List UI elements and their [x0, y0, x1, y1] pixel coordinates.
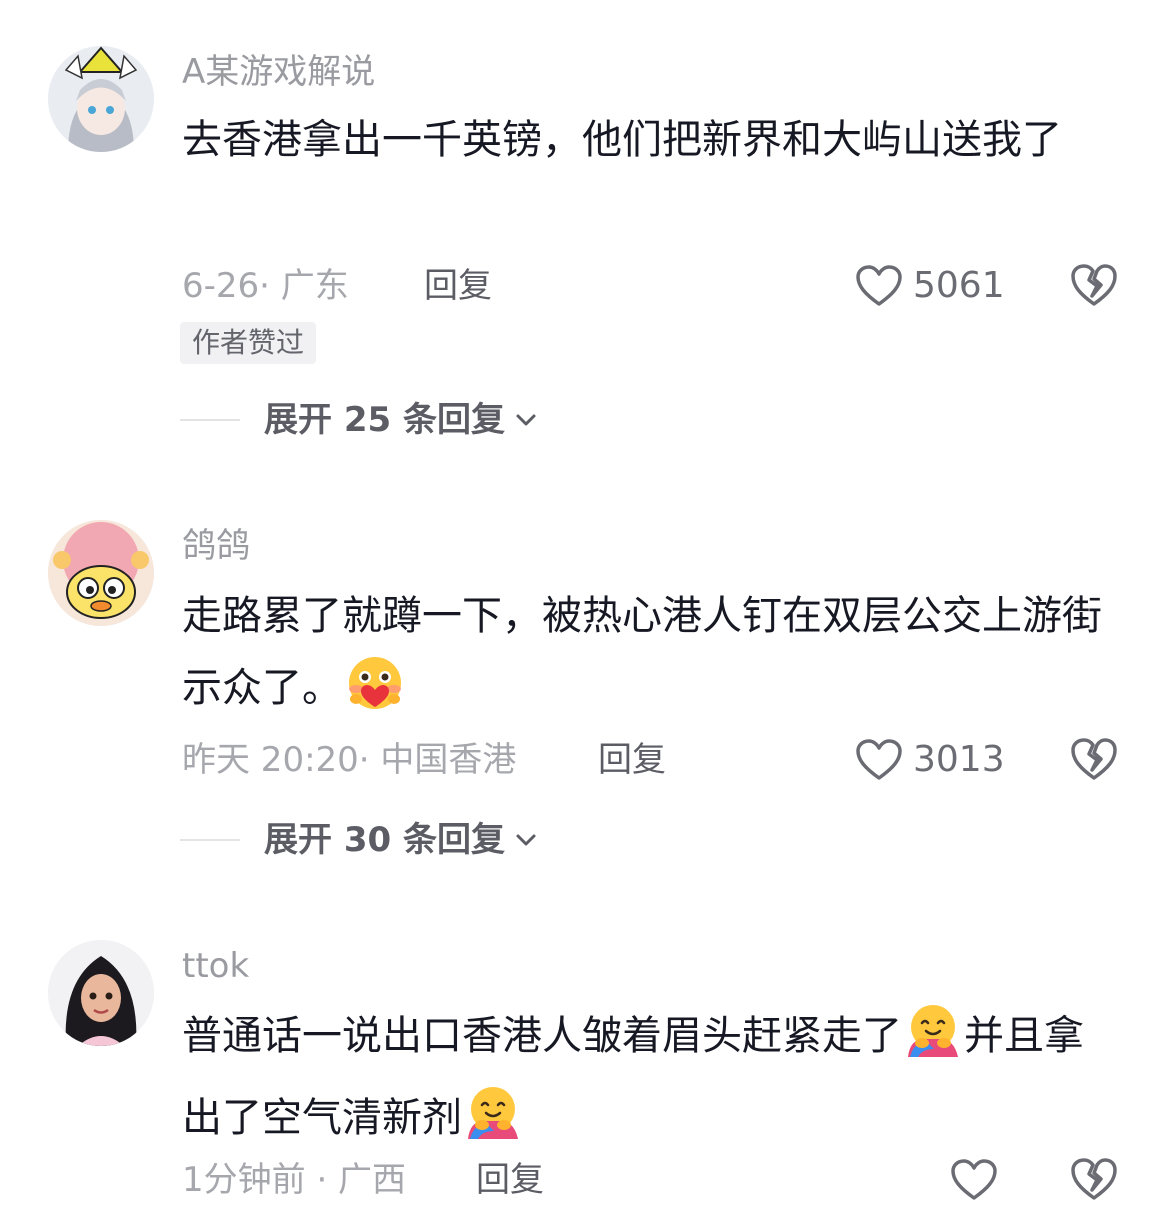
comment-text: 走路累了就蹲一下，被热心港人钉在双层公交上游街示众了。	[182, 580, 1117, 734]
comment-text: 去香港拿出一千英镑，他们把新界和大屿山送我了	[182, 117, 1062, 163]
comment-text: 普通话一说出口香港人皱着眉头赶紧走了 并且拿出了空气清新剂	[182, 1000, 1117, 1164]
like-button[interactable]	[950, 1158, 998, 1202]
smiling-face-with-heart-emoji	[344, 655, 406, 734]
author-liked-badge: 作者赞过	[180, 322, 317, 364]
expand-replies-label: 展开 25 条回复	[264, 400, 505, 440]
like-button[interactable]: 5061	[855, 264, 1005, 308]
username[interactable]: A某游戏解说	[182, 52, 375, 92]
heart-icon	[856, 739, 902, 780]
expand-replies-button[interactable]: 展开 30 条回复	[180, 820, 539, 860]
comment-text-body: 走路累了就蹲一下，被热心港人钉在双层公交上游街示众了。	[182, 593, 1102, 711]
like-count: 3013	[913, 739, 1005, 780]
expand-replies-label: 展开 30 条回复	[264, 820, 505, 860]
divider	[180, 419, 240, 421]
like-button[interactable]: 3013	[855, 738, 1005, 782]
chevron-down-icon	[516, 834, 536, 846]
comment-meta: 昨天 20:20· 中国香港	[182, 740, 517, 780]
broken-heart-icon[interactable]	[1070, 262, 1118, 308]
broken-heart-icon[interactable]	[1070, 736, 1118, 782]
avatar[interactable]	[48, 940, 154, 1046]
comment-meta: 1分钟前 · 广西	[182, 1160, 407, 1200]
username[interactable]: 鸽鸽	[182, 526, 250, 566]
avatar[interactable]	[48, 46, 154, 152]
comment-text-body: 普通话一说出口香港人皱着眉头赶紧走了	[182, 1013, 902, 1059]
heart-icon	[951, 1159, 997, 1200]
hugging-face-emoji	[904, 1003, 962, 1082]
username[interactable]: ttok	[182, 946, 249, 986]
broken-heart-icon[interactable]	[1070, 1156, 1118, 1202]
comment-meta: 6-26· 广东	[182, 266, 349, 306]
hugging-face-emoji	[464, 1085, 522, 1164]
divider	[180, 839, 240, 841]
heart-icon	[856, 265, 902, 306]
like-count: 5061	[913, 265, 1005, 306]
chevron-down-icon	[516, 414, 536, 426]
reply-button[interactable]: 回复	[598, 740, 666, 780]
avatar[interactable]	[48, 520, 154, 626]
reply-button[interactable]: 回复	[424, 266, 492, 306]
reply-button[interactable]: 回复	[476, 1160, 544, 1200]
expand-replies-button[interactable]: 展开 25 条回复	[180, 400, 539, 440]
